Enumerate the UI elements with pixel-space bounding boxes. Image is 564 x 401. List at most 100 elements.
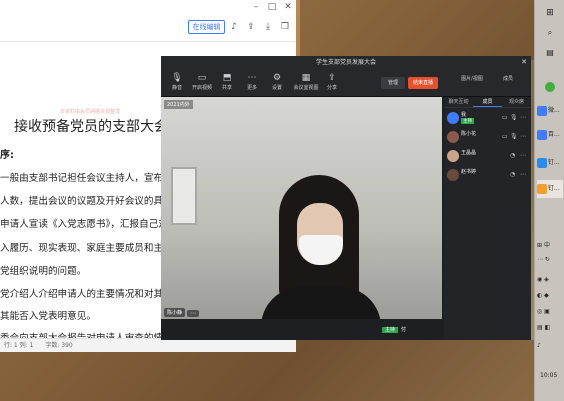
taskbar-app-label: 百... (548, 131, 560, 138)
more-icon[interactable]: ⋯ (520, 114, 526, 121)
mute-button[interactable]: 🎙︎ 静音 (166, 73, 188, 91)
download-icon[interactable]: ⤓ (262, 20, 274, 34)
members-button[interactable]: 成员 (494, 75, 522, 82)
camera-icon[interactable]: ▭ (502, 133, 508, 140)
document-line: 党组织说明的问题。 (0, 266, 87, 277)
share-icon[interactable]: ⇪ (245, 20, 257, 34)
taskbar-app[interactable]: 钉... (537, 154, 563, 172)
avatar (447, 150, 459, 162)
more-icon[interactable]: ⋯ (520, 133, 526, 140)
tool-label: 分享 (326, 85, 337, 91)
watermark: 本资料由会员网络资源整理 (60, 109, 121, 115)
toolbar-icons: ♪ ⇪ ⤓ ❐ (228, 20, 291, 34)
end-live-button[interactable]: 结束直播 (408, 77, 438, 89)
tool-label: 设置 (271, 85, 282, 91)
bell-icon[interactable]: ♪ (228, 20, 240, 34)
minimize-icon[interactable]: – (248, 0, 264, 14)
member-row[interactable]: 我 主持 ▭ 🎙︎ ⋯ (444, 110, 531, 127)
settings-icon: ⚙ (272, 73, 282, 83)
avatar (447, 169, 459, 181)
settings-button[interactable]: ⚙ 设置 (266, 73, 288, 91)
wall-board (171, 167, 197, 225)
taskbar-app[interactable]: 钉... (537, 180, 563, 198)
document-line: 入履历、现实表现、家庭主要成员和主要 (0, 243, 173, 254)
camera-icon: ▭ (197, 73, 207, 83)
taskbar-app[interactable]: 百... (537, 126, 563, 144)
taskbar: ⊞ ⌕ ▤ 微... 百... 钉... 钉... ⊞ 中 ⋯ ↻ ◉ ◈ ◐ … (534, 0, 564, 401)
tab-chat[interactable]: 聊天互动 (444, 97, 473, 107)
member-name: 赵书婷 (461, 169, 477, 175)
task-view-icon[interactable]: ▤ (537, 44, 563, 62)
tool-label: 会议室视图 (293, 85, 319, 91)
tab-audience[interactable]: 观众席 (502, 97, 531, 107)
tool-label: 共享 (221, 85, 232, 91)
main-video[interactable]: 2021内外 陈小静 ⋯ (161, 97, 442, 319)
signal-icon: ◔ (510, 171, 516, 178)
tray-icons[interactable]: ▤ ◧ (537, 324, 550, 331)
self-name: 付 (401, 327, 407, 333)
export-icon: ⇪ (328, 73, 336, 83)
more-icon[interactable]: ⋯ (520, 171, 526, 178)
app-icon (537, 157, 547, 168)
status-bar: 行: 1 列: 1 字数: 390 (0, 338, 296, 352)
more-icon[interactable]: ⋯ (520, 152, 526, 159)
speaker-name-tag: 陈小静 (164, 308, 186, 317)
camera-icon[interactable]: ▭ (502, 114, 508, 121)
clock[interactable]: 10:05 (540, 372, 557, 379)
taskbar-app-label: 微... (548, 107, 560, 114)
document-line: 委会向支部大会报告对申请人审查的情 (0, 330, 163, 338)
meeting-title: 学生支部党员发展大会 (315, 59, 376, 66)
share-screen-button[interactable]: ⬒ 共享 (216, 73, 238, 91)
maximize-icon[interactable]: □ (264, 0, 280, 14)
search-icon[interactable]: ⌕ (537, 24, 563, 42)
host-badge: 主持 (382, 327, 399, 333)
video-label: 2021内外 (164, 100, 193, 109)
video-button[interactable]: ▭ 开启视频 (191, 73, 213, 91)
tray-icons[interactable]: ◉ ◈ (537, 276, 549, 283)
app-icon (537, 129, 547, 140)
manage-button[interactable]: 管理 (381, 77, 405, 89)
member-row[interactable]: 赵书婷 ◔ ⋯ (444, 167, 531, 184)
tray-icons[interactable]: ◎ ▣ (537, 308, 550, 315)
view-toggle-button[interactable]: 图片/视图 (458, 75, 486, 82)
more-button[interactable]: ⋯ 更多 (241, 73, 263, 91)
document-line: 一般由支部书记担任会议主持人，宣布开 (0, 173, 173, 184)
browser-icon[interactable] (537, 78, 563, 96)
taskbar-app-label: 钉... (548, 159, 560, 166)
app-icon (537, 183, 547, 194)
copy-icon[interactable]: ❐ (279, 20, 291, 34)
self-name-bar: 主持付 (382, 326, 406, 333)
meeting-window: 学生支部党员发展大会 ✕ 🎙︎ 静音 ▭ 开启视频 ⬒ 共享 ⋯ 更多 ⚙ 设置 ▦ 会议室… (161, 56, 531, 340)
mic-icon[interactable]: 🎙︎ (510, 133, 518, 140)
member-name: 王晶晶 (461, 150, 477, 156)
close-icon[interactable]: ✕ (280, 0, 296, 14)
more-icon[interactable]: ⋯ (187, 310, 199, 317)
side-tabs: 聊天互动 成员 观众席 (444, 97, 531, 108)
document-toolbar: – □ ✕ 在线编辑 ♪ ⇪ ⤓ ❐ (0, 0, 296, 42)
export-button[interactable]: ⇪ 分享 (321, 73, 343, 91)
tool-label: 开启视频 (191, 85, 212, 91)
tray-icons[interactable]: ⋯ ↻ (537, 256, 550, 263)
member-row[interactable]: 陈小花 ▭ 🎙︎ ⋯ (444, 129, 531, 146)
layout-icon: ▦ (301, 73, 311, 83)
member-name: 我 (461, 112, 467, 118)
member-row[interactable]: 王晶晶 ◔ ⋯ (444, 148, 531, 165)
volume-label: ♪ (537, 342, 541, 349)
background-shadow (300, 0, 540, 60)
meeting-toolbar: 🎙︎ 静音 ▭ 开启视频 ⬒ 共享 ⋯ 更多 ⚙ 设置 ▦ 会议室视图 ⇪ 分享 管理 结束直… (161, 69, 531, 97)
document-line: 人数，提出会议的议题及开好会议的具体 (0, 196, 173, 207)
ime-label: 中 (543, 242, 550, 249)
room-view-button[interactable]: ▦ 会议室视图 (291, 73, 321, 91)
tray-icons[interactable]: ◐ ◆ (537, 292, 549, 299)
close-icon[interactable]: ✕ (521, 56, 527, 69)
tab-members[interactable]: 成员 (473, 97, 502, 107)
taskbar-app[interactable]: 微... (537, 102, 563, 120)
start-icon[interactable]: ⊞ (537, 4, 563, 22)
taskbar-app-label: 钉... (548, 185, 560, 192)
input-method-indicator[interactable]: ⊞ 中 (537, 240, 550, 249)
online-edit-button[interactable]: 在线编辑 (188, 20, 225, 34)
word-count: 字数: 390 (45, 342, 73, 349)
document-line: 党介绍人介绍申请人的主要情况和对其 (0, 289, 164, 300)
volume-icon[interactable]: ♪ (537, 342, 541, 349)
mic-icon[interactable]: 🎙︎ (510, 114, 518, 121)
